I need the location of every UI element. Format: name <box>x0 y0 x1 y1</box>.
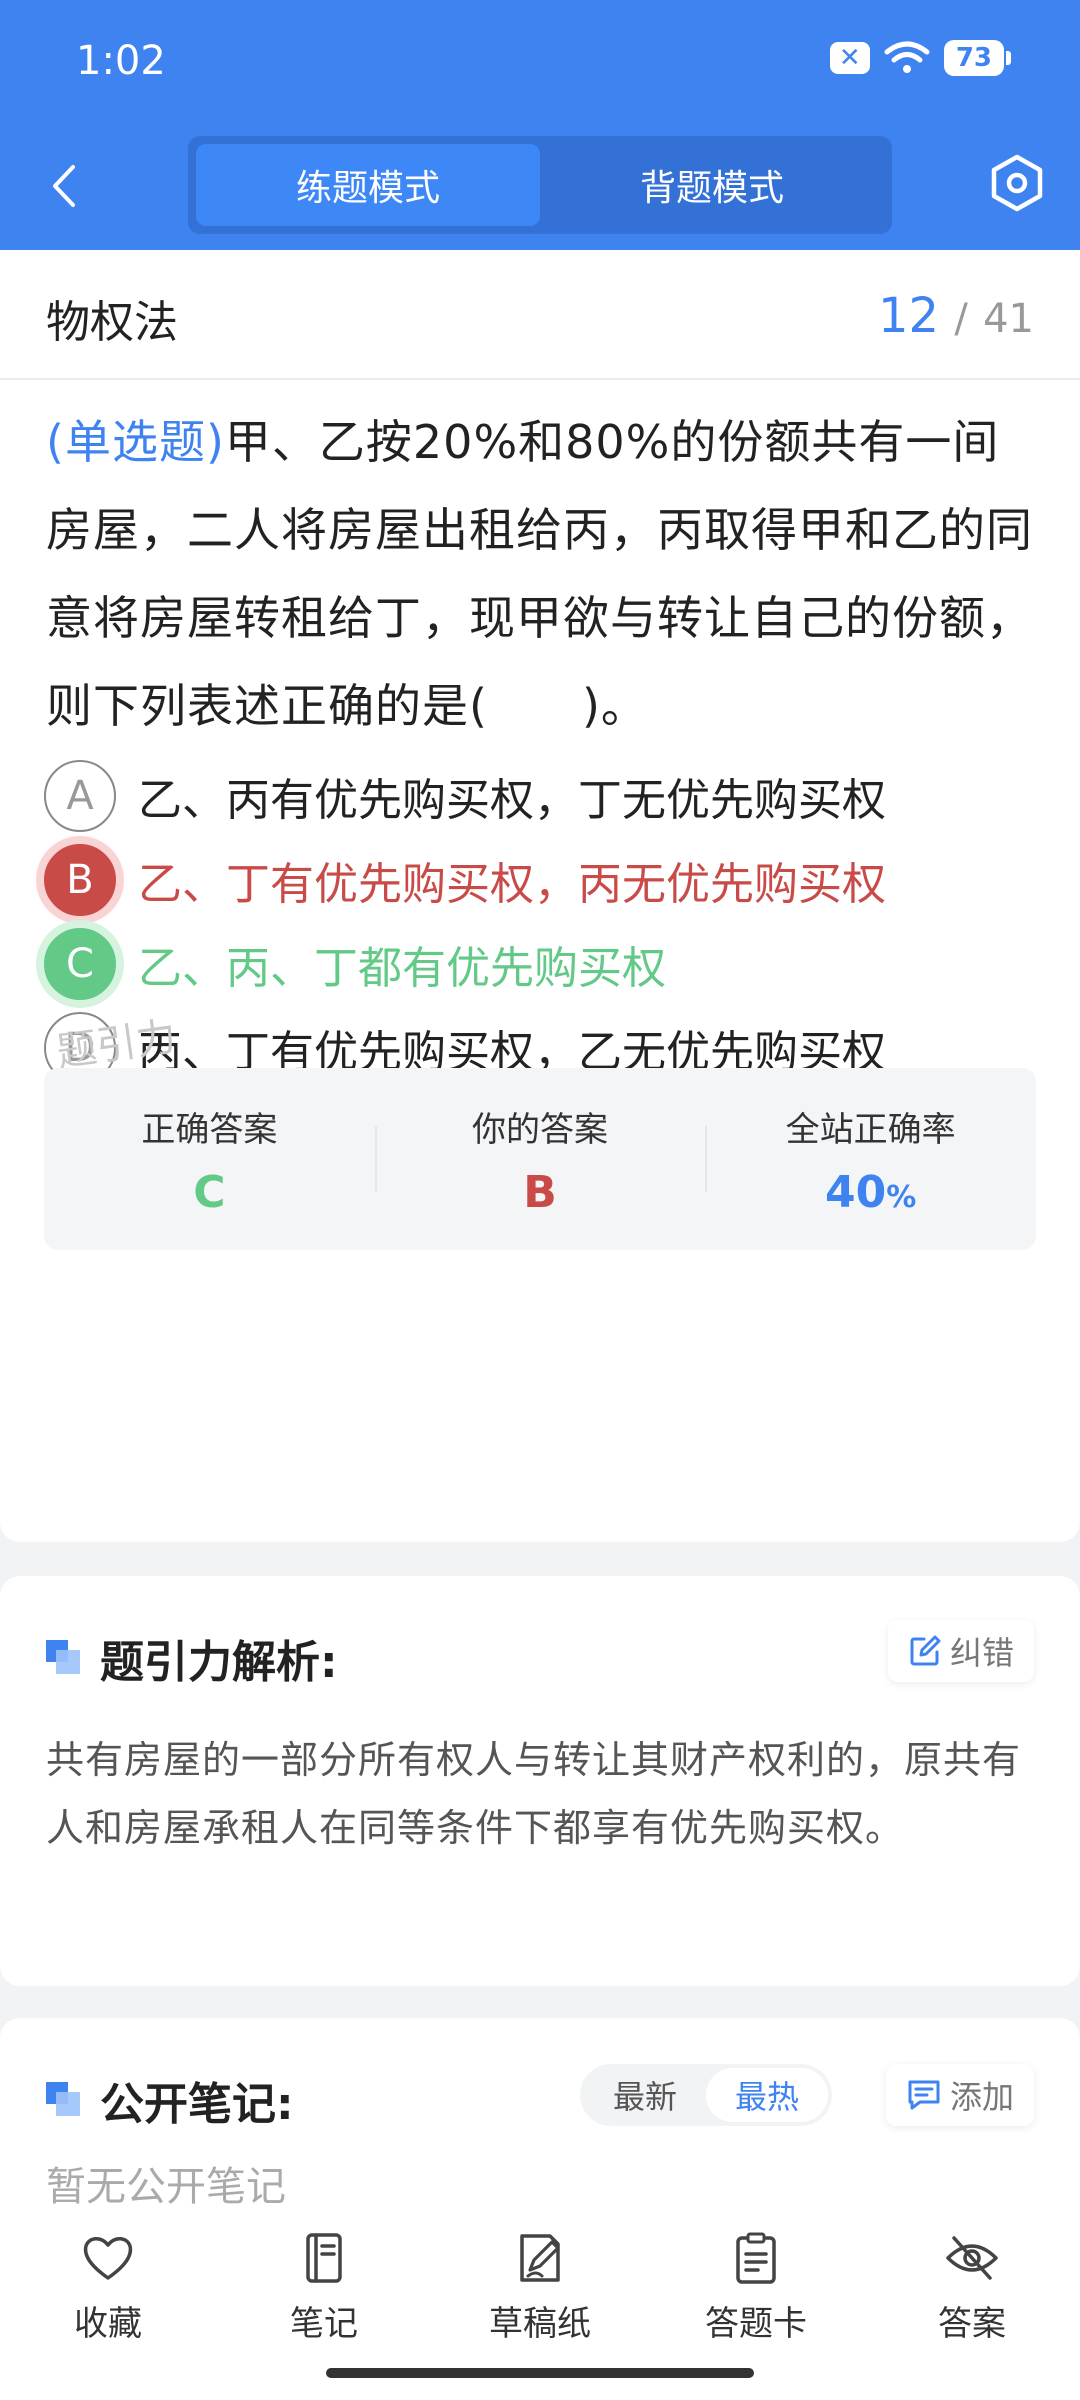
option-letter: B <box>44 844 116 916</box>
notes-title: 公开笔记: <box>46 2068 294 2132</box>
correct-answer: 正确答案 C <box>44 1068 375 1250</box>
your-answer-value: B <box>523 1167 557 1218</box>
option-letter: C <box>44 928 116 1000</box>
mode-switch: 练题模式 背题模式 <box>188 136 892 234</box>
question-text-block: (单选题)甲、乙按20%和80%的份额共有一间房屋，二人将房屋出租给丙，丙取得甲… <box>46 398 1036 750</box>
question-type: (单选题) <box>46 415 225 469</box>
question-card: 物权法 12 / 41 (单选题)甲、乙按20%和80%的份额共有一间房屋，二人… <box>0 250 1080 1542</box>
heart-icon <box>83 2237 133 2280</box>
option-text: 乙、丙、丁都有优先购买权 <box>138 943 666 994</box>
hexagon-settings-icon <box>991 154 1043 212</box>
option-c[interactable]: C 乙、丙、丁都有优先购买权 <box>44 924 1034 1004</box>
site-accuracy-label: 全站正确率 <box>785 1110 956 1150</box>
notes-label: 笔记 <box>290 2304 358 2344</box>
sort-tab-newest[interactable]: 最新 <box>584 2068 706 2122</box>
notes-sort-tabs: 最新 最热 <box>580 2064 832 2126</box>
chevron-left-icon <box>53 165 75 207</box>
your-answer: 你的答案 B <box>374 1068 706 1250</box>
subject-bar: 物权法 12 / 41 <box>0 250 1080 380</box>
answer-summary: 正确答案 C 你的答案 B 全站正确率 40% <box>44 1068 1036 1250</box>
settings-button[interactable] <box>988 150 1046 216</box>
eye-off-icon <box>946 2236 998 2280</box>
add-note-button[interactable]: 添加 <box>885 2064 1034 2126</box>
question-progress[interactable]: 12 / 41 <box>878 288 1034 344</box>
analysis-text: 共有房屋的一部分所有权人与转让其财产权利的，原共有人和房屋承租人在同等条件下都享… <box>46 1738 1022 1850</box>
tab-memorize-mode[interactable]: 背题模式 <box>540 144 884 226</box>
sort-tab-hottest[interactable]: 最热 <box>706 2068 828 2122</box>
show-answer-label: 答案 <box>938 2304 1006 2344</box>
progress-current: 12 <box>878 288 940 344</box>
draft-paper-label: 草稿纸 <box>489 2304 591 2344</box>
home-indicator[interactable] <box>326 2368 754 2378</box>
notes-title-text: 公开笔记: <box>100 2079 294 2130</box>
option-text: 乙、丁有优先购买权，丙无优先购买权 <box>138 859 886 910</box>
show-answer-button[interactable]: 答案 <box>864 2210 1080 2400</box>
option-text: 乙、丙有优先购买权，丁无优先购买权 <box>138 775 886 826</box>
notebook-icon <box>306 2233 342 2283</box>
correct-answer-label: 正确答案 <box>141 1110 278 1150</box>
analysis-title-text: 题引力解析: <box>100 1637 338 1688</box>
favorite-label: 收藏 <box>74 2304 142 2344</box>
status-time: 1:02 <box>76 38 166 84</box>
progress-separator: / <box>954 296 968 342</box>
section-square-icon <box>46 1640 82 1676</box>
edit-icon <box>910 1635 941 1666</box>
correct-answer-value: C <box>193 1167 226 1218</box>
accuracy-unit: % <box>886 1180 917 1215</box>
comment-icon <box>908 2080 940 2110</box>
draft-icon <box>520 2234 560 2282</box>
accuracy-number: 40 <box>825 1167 887 1218</box>
site-accuracy-value: 40% <box>705 1167 1036 1218</box>
add-note-label: 添加 <box>949 2078 1014 2116</box>
status-icons: ✕ 73 <box>829 40 1012 76</box>
favorite-button[interactable]: 收藏 <box>0 2210 216 2400</box>
option-b[interactable]: B 乙、丁有优先购买权，丙无优先购买权 <box>44 840 1034 920</box>
report-error-label: 纠错 <box>949 1634 1014 1672</box>
analysis-title: 题引力解析: <box>46 1626 338 1690</box>
site-accuracy: 全站正确率 40% <box>705 1068 1036 1250</box>
your-answer-label: 你的答案 <box>472 1110 608 1150</box>
back-button[interactable] <box>44 158 84 214</box>
section-square-icon <box>46 2082 82 2118</box>
subject-title: 物权法 <box>46 297 178 348</box>
tab-practice-mode[interactable]: 练题模式 <box>196 144 540 226</box>
battery-indicator: 73 <box>943 40 1012 76</box>
battery-level: 73 <box>955 43 992 73</box>
empty-notes-text: 暂无公开笔记 <box>46 2164 286 2210</box>
option-letter: A <box>44 760 116 832</box>
option-a[interactable]: A 乙、丙有优先购买权，丁无优先购买权 <box>44 756 1034 836</box>
progress-total: 41 <box>983 296 1034 342</box>
notification-x-icon: ✕ <box>829 42 870 74</box>
answer-sheet-label: 答题卡 <box>705 2304 807 2344</box>
clipboard-icon <box>736 2232 776 2284</box>
report-error-button[interactable]: 纠错 <box>887 1620 1034 1682</box>
wifi-icon <box>884 41 930 73</box>
app-header: 1:02 ✕ 73 练题模式 背题模式 <box>0 0 1080 250</box>
analysis-card: 题引力解析: 纠错 共有房屋的一部分所有权人与转让其财产权利的，原共有人和房屋承… <box>0 1576 1080 1986</box>
